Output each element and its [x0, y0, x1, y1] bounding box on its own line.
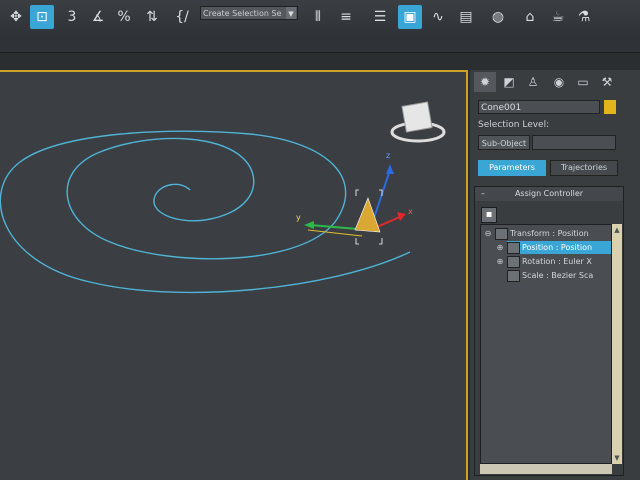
perspective-viewport[interactable]: y x z [0, 70, 468, 480]
schematic-view-icon[interactable]: ▤ [454, 5, 478, 29]
tree-horizontal-scrollbar[interactable] [480, 464, 612, 474]
align-icon[interactable]: ≡ [334, 5, 358, 29]
scene-explorer-icon[interactable]: ▣ [398, 5, 422, 29]
motion-tab-icon[interactable]: ◉ [548, 72, 570, 92]
layer-manager-icon[interactable]: ☰ [368, 5, 392, 29]
percent-snap-icon[interactable]: % [112, 5, 136, 29]
spinner-snap-icon[interactable]: ⇅ [140, 5, 164, 29]
tree-vertical-scrollbar[interactable]: ▲ ▼ [612, 224, 622, 464]
collapse-icon: – [481, 189, 485, 198]
tree-item-label: Transform : Position [510, 229, 589, 238]
mirror-icon[interactable]: ⫴ [306, 5, 330, 29]
curve-editor-icon[interactable]: ∿ [426, 5, 450, 29]
tab-trajectories[interactable]: Trajectories [550, 160, 618, 176]
viewport-label-strip [0, 53, 640, 69]
viewport-canvas[interactable]: y x z [0, 72, 466, 480]
select-and-place-icon[interactable]: ⊡ [30, 5, 54, 29]
ribbon-strip [0, 36, 640, 53]
controller-icon [507, 241, 520, 254]
controller-icon [495, 227, 508, 240]
object-color-swatch[interactable] [604, 100, 616, 114]
viewcube [390, 101, 446, 143]
selection-level-label: Selection Level: [478, 120, 550, 130]
object-name-field[interactable]: Cone001 [478, 100, 600, 114]
tree-item-label: Scale : Bezier Sca [522, 271, 594, 280]
assign-controller-icon: ▪ [485, 209, 493, 220]
snaps-3-icon[interactable]: 3 [60, 5, 84, 29]
rollout-header[interactable]: – Assign Controller [475, 187, 623, 201]
scroll-up-icon[interactable]: ▲ [612, 226, 622, 234]
tree-item[interactable]: Position : Position [507, 241, 611, 254]
main-toolbar: ✥ ⊡ 3 ∡% ⇅ {/ ⫴ ≡ ☰ ▣ ∿ ▤ ◍ ⌂ ☕ ⚗ Create Selection Se ▼ [0, 0, 640, 37]
command-panel: ✹ ◩ ♙ ◉ ▭ ⚒ Cone001 Selection Level: Sub-Obje… [470, 70, 640, 480]
chevron-down-icon: ▼ [286, 7, 296, 19]
tab-parameters[interactable]: Parameters [478, 160, 546, 176]
scroll-down-icon[interactable]: ▼ [612, 454, 622, 462]
selection-set-text: Create Selection Se [203, 9, 282, 18]
tree-item[interactable]: Rotation : Euler X [507, 255, 611, 268]
gizmo-axis-z-label: z [386, 151, 390, 160]
object-name-text: Cone001 [481, 103, 522, 113]
gizmo-axis-x-label: x [408, 207, 413, 216]
display-tab-icon[interactable]: ▭ [572, 72, 594, 92]
rendered-frame-icon[interactable]: ☕ [546, 5, 570, 29]
sub-object-button[interactable]: Sub-Object [478, 135, 530, 150]
tree-item[interactable]: Scale : Bezier Sca [507, 269, 611, 282]
tree-item-label: Position : Position [522, 243, 593, 252]
hierarchy-tab-icon[interactable]: ♙ [522, 72, 544, 92]
expand-node-icon[interactable]: ⊕ [496, 244, 504, 252]
collapse-node-icon[interactable]: ⊖ [484, 230, 492, 238]
expand-node-icon[interactable]: ⊕ [496, 258, 504, 266]
spiral-spline [0, 130, 411, 294]
move-icon[interactable]: ✥ [4, 5, 28, 29]
gizmo-axis-y-label: y [296, 213, 301, 222]
controller-tree[interactable]: ⊖ Transform : Position ⊕ Position : Positio… [480, 224, 612, 464]
modify-tab-icon[interactable]: ◩ [498, 72, 520, 92]
controller-icon [507, 269, 520, 282]
utilities-tab-icon[interactable]: ⚒ [596, 72, 618, 92]
tree-item-label: Rotation : Euler X [522, 257, 592, 266]
rollout-title: Assign Controller [514, 189, 584, 198]
assign-controller-button[interactable]: ▪ [481, 207, 497, 223]
move-gizmo [304, 164, 406, 245]
render-icon[interactable]: ⚗ [572, 5, 596, 29]
controller-icon [507, 255, 520, 268]
create-selection-set-dropdown[interactable]: Create Selection Se ▼ [200, 6, 298, 20]
create-tab-icon[interactable]: ✹ [474, 72, 496, 92]
edit-named-selection-icon[interactable]: {/ [170, 5, 194, 29]
tree-item[interactable]: Transform : Position [495, 227, 611, 240]
sub-object-dropdown[interactable] [532, 135, 616, 150]
render-setup-icon[interactable]: ⌂ [518, 5, 542, 29]
assign-controller-rollout: – Assign Controller ▪ ⊖ Transform : Posit… [474, 186, 624, 476]
material-editor-icon[interactable]: ◍ [486, 5, 510, 29]
angle-snap-icon[interactable]: ∡ [86, 5, 110, 29]
